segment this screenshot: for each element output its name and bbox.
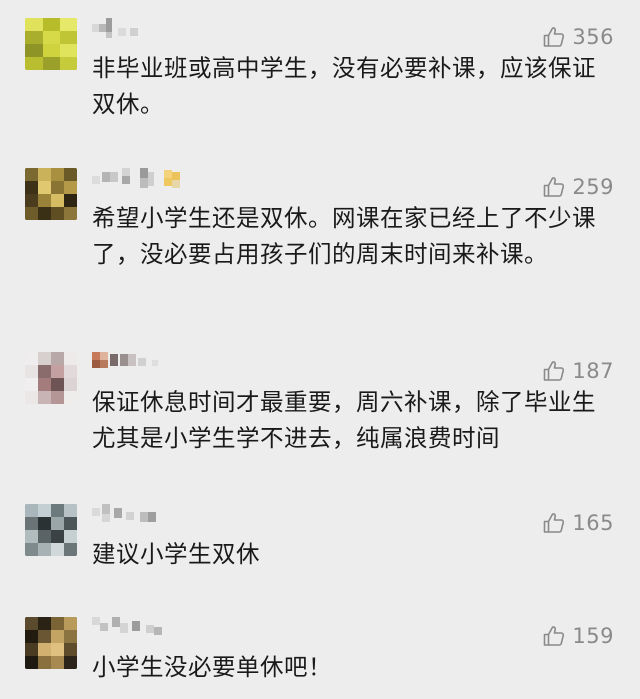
thumbs-up-icon <box>542 511 566 535</box>
nickname-pixelated[interactable] <box>92 18 142 44</box>
like-count: 259 <box>572 175 614 199</box>
nickname-pixelated[interactable] <box>92 168 202 194</box>
like-count: 159 <box>572 624 614 648</box>
like-count: 356 <box>572 25 614 49</box>
comment-text: 希望小学生还是双休。网课在家已经上了不少课了，没必要占用孩子们的周末时间来补课。 <box>92 204 596 268</box>
comment-text: 非毕业班或高中学生，没有必要补课，应该保证双休。 <box>92 54 596 118</box>
like-button[interactable]: 356 <box>542 22 614 52</box>
nickname-pixelated[interactable] <box>92 352 172 378</box>
like-count: 165 <box>572 511 614 535</box>
like-button[interactable]: 187 <box>542 356 614 386</box>
nickname-pixelated[interactable] <box>92 504 172 530</box>
thumbs-up-icon <box>542 624 566 648</box>
comment-text: 保证休息时间才最重要，周六补课，除了毕业生尤其是小学生学不进去，纯属浪费时间 <box>92 388 596 452</box>
avatar[interactable] <box>25 352 77 404</box>
like-button[interactable]: 165 <box>542 508 614 538</box>
thumbs-up-icon <box>542 175 566 199</box>
thumbs-up-icon <box>542 359 566 383</box>
thumbs-up-icon <box>542 25 566 49</box>
comment-text: 小学生没必要单休吧！ <box>92 653 332 681</box>
like-button[interactable]: 159 <box>542 621 614 651</box>
avatar[interactable] <box>25 18 77 70</box>
comment-text: 建议小学生双休 <box>92 540 260 568</box>
avatar[interactable] <box>25 504 77 556</box>
like-button[interactable]: 259 <box>542 172 614 202</box>
like-count: 187 <box>572 359 614 383</box>
nickname-pixelated[interactable] <box>92 617 172 643</box>
avatar[interactable] <box>25 168 77 220</box>
avatar[interactable] <box>25 617 77 669</box>
